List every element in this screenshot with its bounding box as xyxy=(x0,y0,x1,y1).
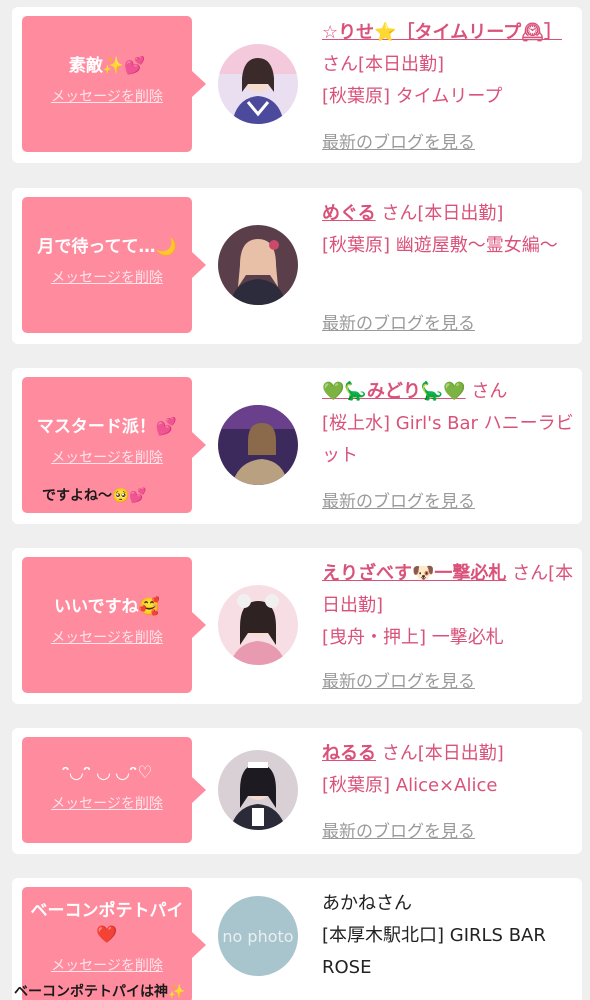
honorific: さん xyxy=(381,203,418,224)
message-bubble: いいですね🥰 メッセージを削除 xyxy=(22,557,206,693)
honorific: さん xyxy=(322,54,358,75)
cast-name: あかね xyxy=(322,893,376,914)
shop-name: [秋葉原] 幽遊屋敷〜霊女編〜 xyxy=(322,235,558,256)
honorific: さん xyxy=(381,743,418,764)
latest-blog-link[interactable]: 最新のブログを見る xyxy=(322,128,475,153)
cast-photo-icon xyxy=(218,585,298,665)
cast-info: ☆りせ⭐️［タイムリープ🕰］ さん[本日出勤] [秋葉原] タイムリープ xyxy=(322,17,574,113)
delete-message-link[interactable]: メッセージを削除 xyxy=(22,955,192,975)
cast-name-link[interactable]: ねるる xyxy=(322,743,376,764)
avatar[interactable] xyxy=(218,405,298,485)
cast-photo-icon xyxy=(218,225,298,305)
reply-text: ですよね〜🥺💕 xyxy=(42,488,147,504)
message-card: マスタード派！💕 メッセージを削除 ですよね〜🥺💕 💚🦕みどり🦕💚 さん [桜上… xyxy=(12,368,582,524)
cast-info: 💚🦕みどり🦕💚 さん [桜上水] Girl's Bar ハニーラビット xyxy=(322,376,574,472)
message-bubble: ᵔ◡ᵔ ◡ ◡ᵔ♡ メッセージを削除 xyxy=(22,737,206,843)
latest-blog-link[interactable]: 最新のブログを見る xyxy=(322,309,475,334)
cast-photo-icon xyxy=(218,750,298,830)
cast-photo-icon xyxy=(218,44,298,124)
message-text: ベーコンポテトパイ❤️ xyxy=(30,901,184,945)
delete-message-link[interactable]: メッセージを削除 xyxy=(22,447,192,467)
cast-name-link[interactable]: 💚🦕みどり🦕💚 xyxy=(322,381,466,402)
cast-info: ねるる さん[本日出勤] [秋葉原] Alice×Alice xyxy=(322,738,574,802)
message-bubble: 素敵✨💕 メッセージを削除 xyxy=(22,16,206,152)
latest-blog-link[interactable]: 最新のブログを見る xyxy=(322,817,475,842)
honorific: さん xyxy=(376,893,412,914)
cast-info: あかねさん [本厚木駅北口] GIRLS BAR ROSE xyxy=(322,888,574,984)
latest-blog-link[interactable]: 最新のブログを見る xyxy=(322,667,475,692)
cast-photo-icon xyxy=(218,405,298,485)
reply-text: ベーコンポテトパイは神✨ xyxy=(14,984,186,1000)
avatar[interactable]: no photo xyxy=(218,896,298,976)
cast-name-link[interactable]: えりざべす🐶一撃必札 xyxy=(322,563,506,584)
message-text: マスタード派！💕 xyxy=(36,417,178,437)
avatar[interactable] xyxy=(218,750,298,830)
shop-name: [曳舟・押上] 一撃必札 xyxy=(322,627,504,648)
message-text: 素敵✨💕 xyxy=(68,56,146,76)
no-photo-label: no photo xyxy=(222,927,293,946)
latest-blog-link[interactable]: 最新のブログを見る xyxy=(322,487,475,512)
message-card: いいですね🥰 メッセージを削除 えりざべす🐶一撃必札 さん[本日出勤] [曳舟・… xyxy=(12,548,582,704)
work-status: [本日出勤] xyxy=(417,203,504,224)
delete-message-link[interactable]: メッセージを削除 xyxy=(22,267,192,287)
message-text: いいですね🥰 xyxy=(54,597,160,617)
cast-info: えりざべす🐶一撃必札 さん[本日出勤] [曳舟・押上] 一撃必札 xyxy=(322,558,574,654)
shop-name: [桜上水] Girl's Bar ハニーラビット xyxy=(322,413,574,466)
message-card: 素敵✨💕 メッセージを削除 ☆りせ⭐️［タイムリープ🕰］ さん[本日出勤] [秋… xyxy=(12,7,582,163)
message-card: ᵔ◡ᵔ ◡ ◡ᵔ♡ メッセージを削除 ねるる さん[本日出勤] [秋葉原] Al… xyxy=(12,728,582,854)
work-status: [本日出勤] xyxy=(417,743,504,764)
message-card: 月で待ってて…🌙 メッセージを削除 めぐる さん[本日出勤] [秋葉原] 幽遊屋… xyxy=(12,188,582,344)
message-text: 月で待ってて…🌙 xyxy=(37,237,177,257)
avatar[interactable] xyxy=(218,225,298,305)
honorific: さん xyxy=(512,563,549,584)
message-bubble: 月で待ってて…🌙 メッセージを削除 xyxy=(22,197,206,333)
shop-name: [本厚木駅北口] GIRLS BAR ROSE xyxy=(322,925,546,978)
honorific: さん xyxy=(471,381,508,402)
message-bubble: ベーコンポテトパイ❤️ メッセージを削除 ベーコンポテトパイは神✨ xyxy=(14,887,206,1000)
work-status: [本日出勤] xyxy=(358,54,445,75)
delete-message-link[interactable]: メッセージを削除 xyxy=(22,627,192,647)
shop-name: [秋葉原] タイムリープ xyxy=(322,86,503,107)
message-card: ベーコンポテトパイ❤️ メッセージを削除 ベーコンポテトパイは神✨ no pho… xyxy=(12,878,582,1000)
message-list: 素敵✨💕 メッセージを削除 ☆りせ⭐️［タイムリープ🕰］ さん[本日出勤] [秋… xyxy=(0,0,590,1000)
cast-info: めぐる さん[本日出勤] [秋葉原] 幽遊屋敷〜霊女編〜 xyxy=(322,198,574,262)
message-text: ᵔ◡ᵔ ◡ ◡ᵔ♡ xyxy=(61,763,153,783)
shop-name: [秋葉原] Alice×Alice xyxy=(322,775,498,796)
delete-message-link[interactable]: メッセージを削除 xyxy=(22,793,192,813)
avatar[interactable] xyxy=(218,585,298,665)
no-photo-icon: no photo xyxy=(218,896,298,976)
cast-name-link[interactable]: めぐる xyxy=(322,203,376,224)
cast-name-link[interactable]: ☆りせ⭐️［タイムリープ🕰］ xyxy=(322,22,562,43)
avatar[interactable] xyxy=(218,44,298,124)
delete-message-link[interactable]: メッセージを削除 xyxy=(22,86,192,106)
message-bubble: マスタード派！💕 メッセージを削除 ですよね〜🥺💕 xyxy=(22,377,206,513)
